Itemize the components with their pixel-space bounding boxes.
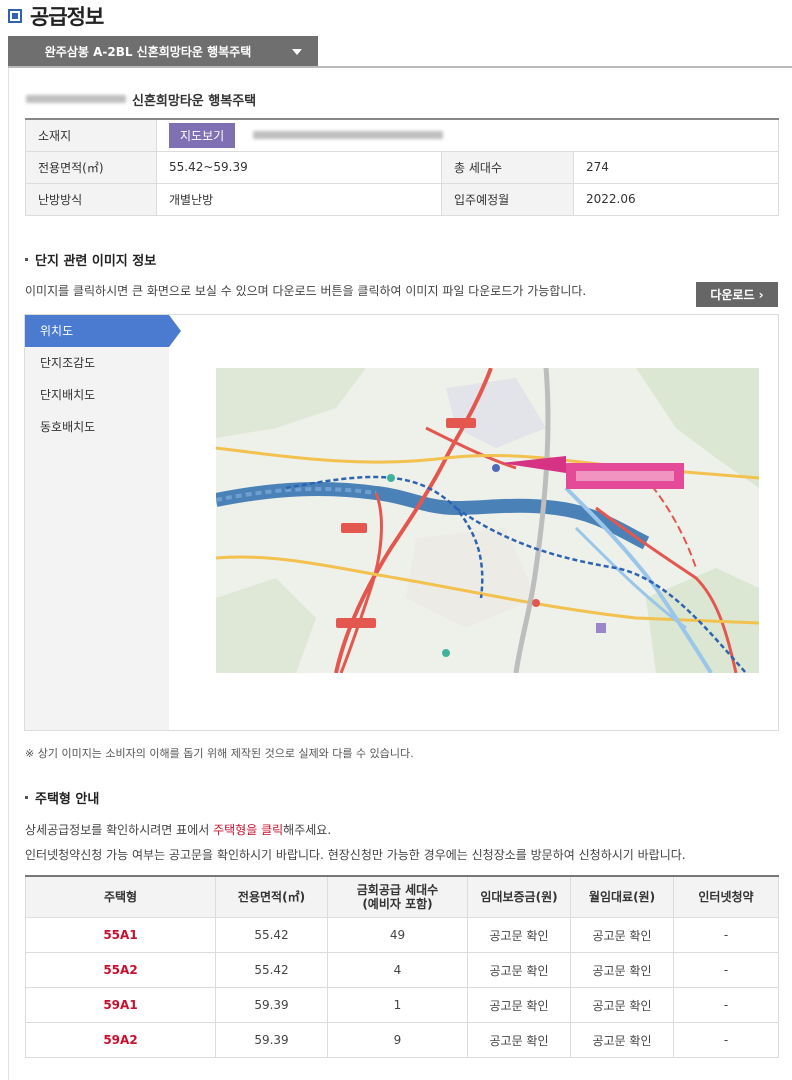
area-cell: 55.42 <box>215 917 328 953</box>
area-cell: 59.39 <box>215 987 328 1023</box>
tab-unit-plan[interactable]: 동호배치도 <box>25 411 169 443</box>
deposit-cell: 공고문 확인 <box>467 952 571 988</box>
image-notice: ※ 상기 이미지는 소비자의 이해를 돕기 위해 제작된 것으로 실제와 다를 … <box>25 747 414 760</box>
location-label: 소재지 <box>25 118 157 152</box>
housing-type-link[interactable]: 55A1 <box>25 917 216 953</box>
units-cell: 1 <box>327 987 468 1023</box>
images-section-title: 단지 관련 이미지 정보 <box>25 250 156 269</box>
caret-down-icon <box>292 49 302 55</box>
rent-cell: 공고문 확인 <box>570 987 674 1023</box>
housing-type-link[interactable]: 59A1 <box>25 987 216 1023</box>
housing-type-table: 주택형 전용면적(㎡) 금회공급 세대수 (예비자 포함) 임대보증금(원) 월… <box>25 875 779 1058</box>
tab-bird-view[interactable]: 단지조감도 <box>25 347 169 379</box>
rent-cell: 공고문 확인 <box>570 917 674 953</box>
online-cell: - <box>673 987 779 1023</box>
tab-site-plan[interactable]: 단지배치도 <box>25 379 169 411</box>
complex-select-value: 완주삼봉 A-2BL 신혼희망타운 행복주택 <box>44 44 252 59</box>
image-viewer: 위치도 단지조감도 단지배치도 동호배치도 <box>24 314 779 731</box>
page-title-area: 공급정보 <box>8 2 104 30</box>
deposit-cell: 공고문 확인 <box>467 987 571 1023</box>
area-value: 55.42~59.39 <box>155 150 443 184</box>
online-cell: - <box>673 917 779 953</box>
col-header-type: 주택형 <box>25 875 216 918</box>
complex-name: 신혼희망타운 행복주택 <box>26 88 256 110</box>
images-description: 이미지를 클릭하시면 큰 화면으로 보실 수 있으며 다운로드 버튼을 클릭하여… <box>25 284 587 298</box>
households-label: 총 세대수 <box>441 150 575 184</box>
table-row: 55A2 55.42 4 공고문 확인 공고문 확인 - <box>25 952 779 988</box>
complex-info-table: 소재지 지도보기 전용면적(㎡) 55.42~59.39 총 세대수 274 난… <box>25 118 779 216</box>
title-square-icon <box>8 9 22 23</box>
col-header-online: 인터넷청약 <box>673 875 779 918</box>
deposit-cell: 공고문 확인 <box>467 917 571 953</box>
image-tabs: 위치도 단지조감도 단지배치도 동호배치도 <box>25 315 181 730</box>
housing-type-link[interactable]: 55A2 <box>25 952 216 988</box>
deposit-cell: 공고문 확인 <box>467 1022 571 1058</box>
redacted-address <box>253 131 443 140</box>
bullet-icon <box>25 796 28 799</box>
units-cell: 4 <box>327 952 468 988</box>
map-view-button[interactable]: 지도보기 <box>169 122 236 148</box>
area-label: 전용면적(㎡) <box>25 150 157 184</box>
housing-section-title: 주택형 안내 <box>25 788 99 807</box>
area-cell: 55.42 <box>215 952 328 988</box>
movein-label: 입주예정월 <box>441 182 575 216</box>
area-cell: 59.39 <box>215 1022 328 1058</box>
page-title: 공급정보 <box>30 5 104 29</box>
units-cell: 49 <box>327 917 468 953</box>
table-row: 55A1 55.42 49 공고문 확인 공고문 확인 - <box>25 917 779 953</box>
col-header-rent: 월임대료(원) <box>570 875 674 918</box>
housing-type-link[interactable]: 59A2 <box>25 1022 216 1058</box>
selector-bar: 완주삼봉 A-2BL 신혼희망타운 행복주택 <box>8 36 792 68</box>
col-header-units: 금회공급 세대수 (예비자 포함) <box>327 875 468 918</box>
movein-value: 2022.06 <box>573 182 779 216</box>
table-row: 59A1 59.39 1 공고문 확인 공고문 확인 - <box>25 987 779 1023</box>
redacted-text <box>26 95 126 103</box>
online-cell: - <box>673 1022 779 1058</box>
tab-location-map[interactable]: 위치도 <box>25 315 181 347</box>
table-row: 59A2 59.39 9 공고문 확인 공고문 확인 - <box>25 1022 779 1058</box>
heating-value: 개별난방 <box>155 182 443 216</box>
col-header-deposit: 임대보증금(원) <box>467 875 571 918</box>
heating-label: 난방방식 <box>25 182 157 216</box>
housing-description-1: 상세공급정보를 확인하시려면 표에서 주택형을 클릭해주세요. <box>25 823 332 837</box>
bullet-icon <box>25 258 28 261</box>
rent-cell: 공고문 확인 <box>570 952 674 988</box>
online-cell: - <box>673 952 779 988</box>
housing-description-2: 인터넷청약신청 가능 여부는 공고문을 확인하시기 바랍니다. 현장신청만 가능… <box>25 848 686 862</box>
households-value: 274 <box>573 150 779 184</box>
rent-cell: 공고문 확인 <box>570 1022 674 1058</box>
location-map-image[interactable] <box>216 368 759 673</box>
complex-select[interactable]: 완주삼봉 A-2BL 신혼희망타운 행복주택 <box>8 36 318 66</box>
units-cell: 9 <box>327 1022 468 1058</box>
download-button[interactable]: 다운로드 › <box>696 282 778 307</box>
col-header-area: 전용면적(㎡) <box>215 875 328 918</box>
location-cell: 지도보기 <box>156 118 779 152</box>
